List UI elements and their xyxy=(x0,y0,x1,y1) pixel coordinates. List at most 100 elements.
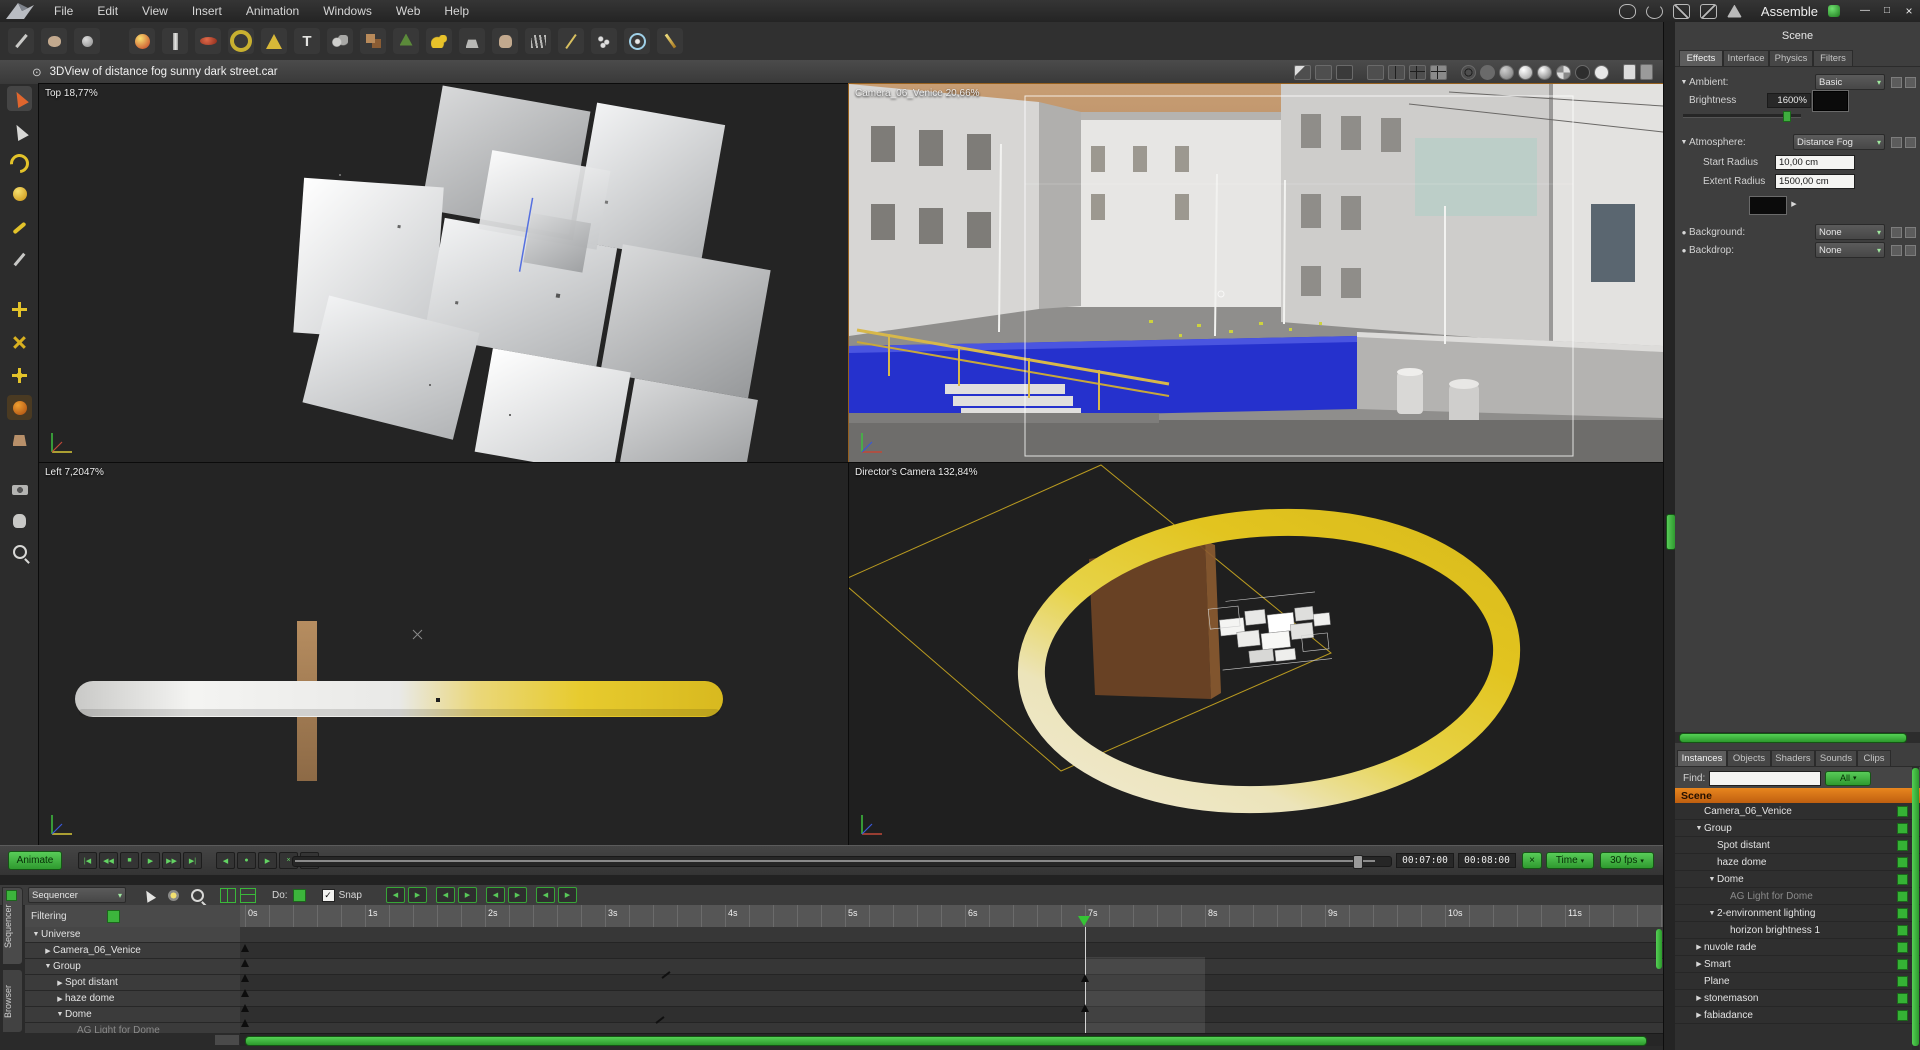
ambient-lock-icon[interactable] xyxy=(1891,76,1902,88)
next-key-a-button[interactable]: ▶ xyxy=(407,887,427,903)
visibility-toggle[interactable] xyxy=(1897,993,1908,1004)
layout-four-pane-icon[interactable] xyxy=(1430,64,1447,80)
menu-windows[interactable]: Windows xyxy=(311,0,384,22)
whip-tool-icon[interactable] xyxy=(558,28,584,54)
tree-item[interactable]: ▶ fabiadance xyxy=(1675,1007,1920,1024)
go-end-button[interactable]: ▶| xyxy=(183,852,202,869)
tab-shaders[interactable]: Shaders xyxy=(1771,750,1815,766)
tab-physics[interactable]: Physics xyxy=(1769,50,1813,66)
filtering-toggle[interactable] xyxy=(106,909,120,923)
do-toggle[interactable] xyxy=(292,888,306,902)
tab-objects[interactable]: Objects xyxy=(1727,750,1771,766)
select-cursor-icon[interactable] xyxy=(141,887,157,903)
track-row[interactable]: ▼ Universe xyxy=(25,927,240,943)
tree-primitive-icon[interactable] xyxy=(393,28,419,54)
track-row[interactable]: ▼ Group xyxy=(25,959,240,975)
tree-item[interactable]: ▶ stonemason xyxy=(1675,990,1920,1007)
current-time-display[interactable]: 00:07:00 xyxy=(1396,853,1454,868)
viewport-top[interactable]: Top 18,77% xyxy=(38,83,850,464)
scrub-slider-handle[interactable] xyxy=(1353,855,1363,869)
menu-view[interactable]: View xyxy=(130,0,180,22)
menu-help[interactable]: Help xyxy=(432,0,481,22)
zoom-tool-icon[interactable] xyxy=(7,539,32,564)
dark-sphere-icon[interactable] xyxy=(1575,64,1590,80)
pointer-mode-icon[interactable] xyxy=(1294,64,1311,80)
menu-web[interactable]: Web xyxy=(384,0,432,22)
time-mode-dropdown[interactable]: Time ▾ xyxy=(1546,852,1594,869)
cone-primitive-icon[interactable] xyxy=(261,28,287,54)
tree-item[interactable]: Plane xyxy=(1675,973,1920,990)
viewport-camera-venice[interactable]: Camera_06_Venice 20,66% xyxy=(848,83,1664,464)
background-dropdown[interactable]: None ▾ xyxy=(1815,224,1885,240)
snap-checkbox[interactable]: ✓ xyxy=(321,888,335,902)
text-tool-icon[interactable]: T xyxy=(294,28,320,54)
start-radius-field[interactable]: 10,00 cm xyxy=(1775,155,1855,170)
tree-item[interactable]: haze dome xyxy=(1675,854,1920,871)
zoom-region-icon[interactable] xyxy=(191,888,207,907)
stop-button[interactable]: ■ xyxy=(120,852,139,869)
light-toggle-icon[interactable] xyxy=(168,889,179,901)
tree-item[interactable]: ▼ Dome xyxy=(1675,871,1920,888)
rotate-tool-icon[interactable] xyxy=(6,150,33,177)
tree-item[interactable]: ▼ 2-environment lighting xyxy=(1675,905,1920,922)
timeline-hscrollbar-thumb[interactable] xyxy=(245,1036,1647,1046)
flat-shade-icon[interactable] xyxy=(1499,64,1514,80)
atmosphere-expander-icon[interactable]: ▼ xyxy=(1679,139,1689,146)
tree-item[interactable]: ▶ Smart xyxy=(1675,956,1920,973)
clear-range-button[interactable]: × xyxy=(1522,852,1542,869)
backdrop-bullet-icon[interactable]: ● xyxy=(1679,246,1689,255)
atmosphere-lock-icon[interactable] xyxy=(1891,136,1902,148)
textured-shade-icon[interactable] xyxy=(1556,64,1571,80)
visibility-toggle[interactable] xyxy=(1897,925,1908,936)
visibility-toggle[interactable] xyxy=(1897,891,1908,902)
tree-item[interactable]: ▶ nuvole rade xyxy=(1675,939,1920,956)
menu-insert[interactable]: Insert xyxy=(180,0,234,22)
add-keyframe-button[interactable]: ● xyxy=(237,852,256,869)
ufo-primitive-icon[interactable] xyxy=(195,28,221,54)
tab-clips[interactable]: Clips xyxy=(1857,750,1891,766)
track-row[interactable]: ▶ Camera_06_Venice xyxy=(25,943,240,959)
pan-tool-icon[interactable] xyxy=(7,508,32,533)
tab-sounds[interactable]: Sounds xyxy=(1815,750,1857,766)
timeline-vscrollbar-thumb[interactable] xyxy=(1656,929,1662,969)
menu-file[interactable]: File xyxy=(42,0,85,22)
tab-filters[interactable]: Filters xyxy=(1813,50,1853,66)
page-a-icon[interactable] xyxy=(1623,64,1636,80)
visibility-toggle[interactable] xyxy=(1897,908,1908,919)
tree-vscrollbar-track[interactable] xyxy=(1912,766,1919,1050)
loop-start-button[interactable]: ◀ xyxy=(216,852,235,869)
move-y-tool-icon[interactable] xyxy=(7,330,32,355)
scrub-slider[interactable] xyxy=(292,855,1392,869)
hand-mode-icon[interactable] xyxy=(1618,3,1636,19)
prev-key-a-button[interactable]: ◀ xyxy=(385,887,405,903)
visibility-toggle[interactable] xyxy=(1897,806,1908,817)
fountain-primitive-icon[interactable] xyxy=(459,28,485,54)
brightness-slider-handle[interactable] xyxy=(1783,111,1791,122)
pan-mode-icon[interactable] xyxy=(1672,3,1690,19)
menu-animation[interactable]: Animation xyxy=(234,0,311,22)
find-input[interactable] xyxy=(1709,770,1822,786)
panel-hscrollbar-track[interactable] xyxy=(1675,732,1920,743)
play-button[interactable]: ▶ xyxy=(141,852,160,869)
extent-radius-field[interactable]: 1500,00 cm xyxy=(1775,174,1855,189)
loop-end-button[interactable]: ▶ xyxy=(258,852,277,869)
wrench-tool-icon[interactable] xyxy=(7,215,32,240)
gouraud-shade-icon[interactable] xyxy=(1518,64,1533,80)
layout-two-pane-icon[interactable] xyxy=(1388,64,1405,80)
lines-mode-icon[interactable] xyxy=(1480,64,1495,80)
visibility-toggle[interactable] xyxy=(1897,857,1908,868)
rocks-primitive-icon[interactable] xyxy=(327,28,353,54)
ambient-expander-icon[interactable]: ▼ xyxy=(1679,79,1689,86)
grid-b-icon[interactable] xyxy=(240,887,256,903)
visibility-toggle[interactable] xyxy=(1897,823,1908,834)
move-z-tool-icon[interactable] xyxy=(7,363,32,388)
orbit-tool-icon[interactable] xyxy=(624,28,650,54)
visibility-toggle[interactable] xyxy=(1897,840,1908,851)
ambient-color-swatch[interactable] xyxy=(1812,90,1849,112)
panel-hscrollbar-thumb[interactable] xyxy=(1679,733,1907,743)
select-tool-icon[interactable] xyxy=(7,86,32,111)
backdrop-lock-icon[interactable] xyxy=(1891,244,1902,256)
timeline-hscrollbar-track[interactable] xyxy=(240,1033,1663,1046)
render-preview-icon[interactable] xyxy=(1336,64,1353,80)
phong-shade-icon[interactable] xyxy=(1537,64,1552,80)
